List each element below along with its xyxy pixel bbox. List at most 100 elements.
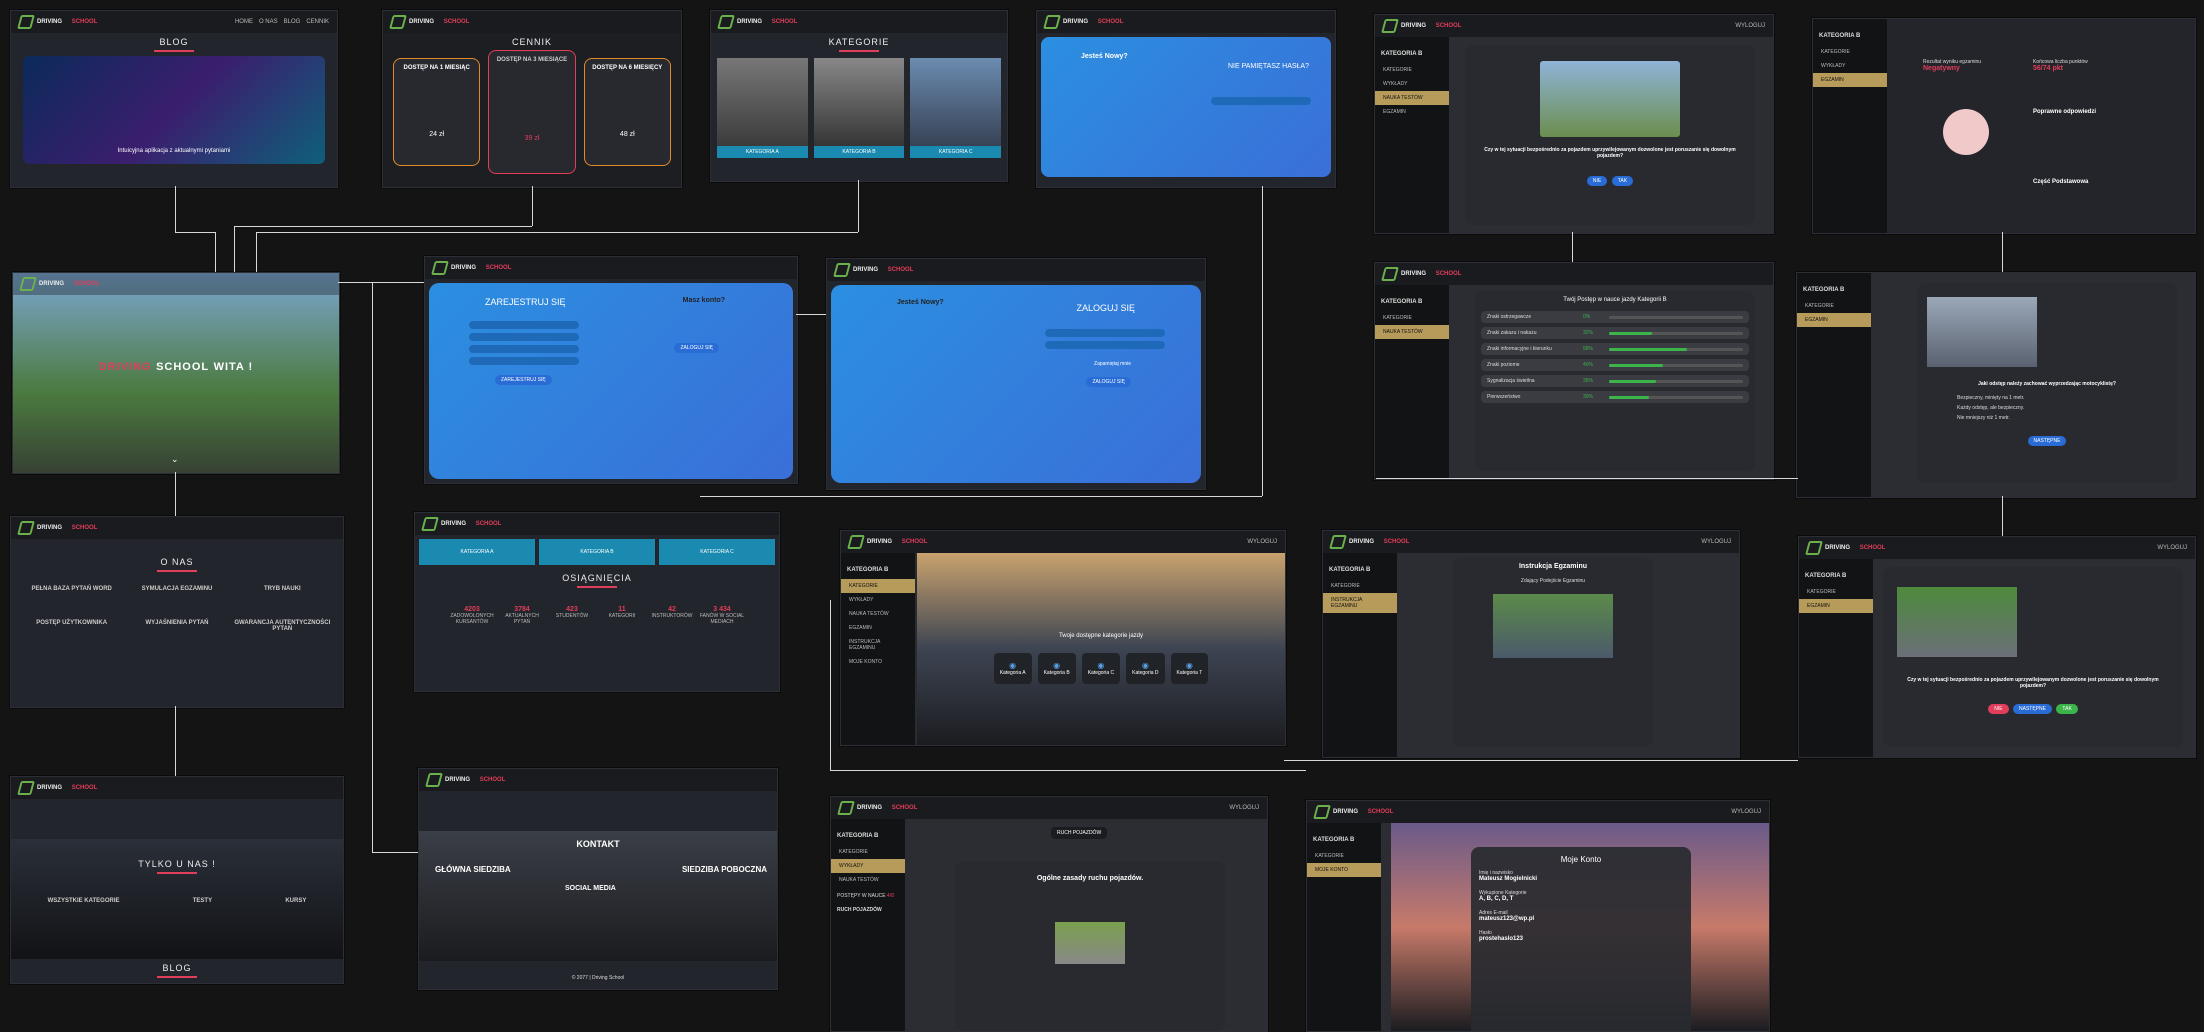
- brand-logo: DRIVING SCHOOL: [833, 263, 913, 277]
- sidebar-item-categories[interactable]: KATEGORIE: [1307, 849, 1381, 863]
- progress-bar: [1609, 395, 1743, 399]
- progress-row: Znaki zakazu i nakazu 32%: [1481, 327, 1749, 339]
- answer-no-button[interactable]: NIE: [1988, 704, 2009, 714]
- next-button[interactable]: NASTĘPNE: [2013, 704, 2052, 714]
- flow-arrow: [1262, 186, 1263, 496]
- category-card-b[interactable]: KATEGORIA B: [813, 58, 905, 158]
- exam-question-screenshot: DRIVING SCHOOL WYLOGUJ KATEGORIA B KATEGOR…: [1798, 536, 2196, 758]
- sidebar-item-categories[interactable]: KATEGORIE: [1799, 585, 1873, 599]
- sidebar-item-categories[interactable]: KATEGORIE: [1375, 63, 1449, 77]
- brand-logo: DRIVING SCHOOL: [1805, 541, 1885, 555]
- category-card-a[interactable]: KATEGORIA A: [717, 58, 808, 158]
- go-login-button[interactable]: ZALOGUJ SIĘ: [674, 343, 719, 353]
- achievements-screenshot: DRIVING SCHOOL KATEGORIA A KATEGORIA B K…: [414, 512, 780, 692]
- email-field[interactable]: [469, 345, 579, 353]
- forgot-left-title: Jesteś Nowy?: [1081, 53, 1128, 60]
- sidebar-item-tests[interactable]: NAUKA TESTÓW: [841, 607, 915, 621]
- sidebar-item-exam[interactable]: EGZAMIN: [841, 621, 915, 635]
- sidebar-item-account[interactable]: MOJE KONTO: [1307, 863, 1381, 877]
- answer-yes-button[interactable]: TAK: [1611, 176, 1634, 186]
- sidebar-item-instructions[interactable]: INSTRUKCJA EGZAMINU: [841, 635, 915, 655]
- logout-button[interactable]: WYLOGUJ: [1735, 23, 1765, 29]
- sidebar-item-lectures[interactable]: WYKŁADY: [831, 859, 905, 873]
- logout-button[interactable]: WYLOGUJ: [2157, 545, 2187, 551]
- sidebar-item-account[interactable]: MOJE KONTO: [841, 655, 915, 669]
- logo-icon: [1313, 805, 1331, 819]
- sidebar-item-categories[interactable]: KATEGORIE: [1797, 299, 1871, 313]
- brand-logo: DRIVING SCHOOL: [17, 521, 97, 535]
- category-tile[interactable]: ◉ Kategoria B: [1037, 653, 1076, 684]
- about-title: O NAS: [11, 553, 343, 572]
- login-button[interactable]: ZALOGUJ SIĘ: [1086, 377, 1131, 387]
- answer-b[interactable]: Każdy odstęp, ale bezpieczny.: [1917, 403, 2177, 413]
- category-tile[interactable]: ◉ Kategoria D: [1126, 653, 1165, 684]
- answer-a[interactable]: Bezpieczny, minięty na 1 metr.: [1917, 393, 2177, 403]
- sidebar-item-categories[interactable]: KATEGORIE: [841, 579, 915, 593]
- answer-yes-button[interactable]: TAK: [2056, 704, 2078, 714]
- sidebar-item-categories[interactable]: KATEGORIE: [1375, 311, 1449, 325]
- category-tile[interactable]: ◉ Kategoria C: [1081, 653, 1121, 684]
- brand-logo: DRIVING SCHOOL: [717, 15, 797, 29]
- sidebar-item-tests[interactable]: NAUKA TESTÓW: [831, 873, 905, 887]
- sidebar-item-exam[interactable]: EGZAMIN: [1813, 73, 1887, 87]
- sidebar-item-categories[interactable]: KATEGORIE: [1323, 579, 1397, 593]
- scroll-down-icon[interactable]: ⌄: [171, 454, 179, 465]
- plan-card[interactable]: DOSTĘP NA 3 MIESIĄCE 39 zł: [488, 50, 576, 174]
- remember-checkbox[interactable]: Zapamiętaj mnie: [1094, 361, 1131, 367]
- logo-icon: [1381, 267, 1399, 281]
- sidebar-item-lectures[interactable]: WYKŁADY: [1375, 77, 1449, 91]
- progress-row: Pierwszeństwo 30%: [1481, 391, 1749, 403]
- logo-icon: [19, 277, 37, 291]
- password-field[interactable]: [1045, 341, 1165, 349]
- sidebar: KATEGORIA B KATEGORIE WYKŁADY EGZAMIN: [1813, 19, 1887, 233]
- answer-c[interactable]: Nie mniejszy niż 1 metr.: [1917, 413, 2177, 423]
- collage-canvas: { "brand":{"pre":"DRIVING","post":"SCHOO…: [0, 0, 2204, 1032]
- logout-button[interactable]: WYLOGUJ: [1229, 805, 1259, 811]
- logo-icon: [717, 15, 735, 29]
- sidebar-item-tests[interactable]: NAUKA TESTÓW: [1375, 91, 1449, 105]
- sidebar-item-lectures[interactable]: WYKŁADY: [1813, 59, 1887, 73]
- next-button[interactable]: NASTĘPNE: [2027, 436, 2067, 446]
- sidebar-item-instructions[interactable]: INSTRUKCJA EGZAMINU: [1323, 593, 1397, 613]
- plan-card[interactable]: DOSTĘP NA 6 MIESIĘCY 48 zł: [583, 58, 671, 166]
- logout-button[interactable]: WYLOGUJ: [1731, 809, 1761, 815]
- sidebar: KATEGORIA B KATEGORIE EGZAMIN: [1799, 559, 1873, 757]
- category-tile[interactable]: ◉ Kategoria A: [993, 653, 1032, 684]
- logout-button[interactable]: WYLOGUJ: [1701, 539, 1731, 545]
- logo-icon: [833, 263, 851, 277]
- plan-card[interactable]: DOSTĘP NA 1 MIESIĄC 24 zł: [393, 58, 481, 166]
- sidebar-item-tests[interactable]: NAUKA TESTÓW: [1375, 325, 1449, 339]
- brand-logo: DRIVING SCHOOL: [847, 535, 927, 549]
- brand-logo: DRIVING SCHOOL: [389, 15, 469, 29]
- sidebar-item-categories[interactable]: KATEGORIE: [1813, 45, 1887, 59]
- nav-about[interactable]: O NAS: [259, 19, 278, 25]
- sidebar-item-exam[interactable]: EGZAMIN: [1375, 105, 1449, 119]
- question-text: Czy w tej sytuacji bezpośrednio za pojaz…: [1907, 677, 2159, 689]
- nav-pricing[interactable]: CENNIK: [306, 19, 329, 25]
- vehicle-icon: ◉: [1185, 661, 1193, 670]
- sidebar: KATEGORIA B KATEGORIE WYKŁADY NAUKA TESTÓW E…: [1375, 37, 1449, 233]
- email-field[interactable]: [1211, 97, 1311, 105]
- sidebar-item-categories[interactable]: KATEGORIE: [831, 845, 905, 859]
- email-field[interactable]: [1045, 329, 1165, 337]
- sidebar-item-exam[interactable]: EGZAMIN: [1797, 313, 1871, 327]
- nav-blog[interactable]: BLOG: [284, 19, 301, 25]
- password-field[interactable]: [469, 357, 579, 365]
- category-tile[interactable]: ◉ Kategoria T: [1170, 653, 1209, 684]
- logo-icon: [425, 773, 443, 787]
- brand-logo: DRIVING SCHOOL: [1381, 267, 1461, 281]
- blog-heading: BLOG: [11, 959, 343, 978]
- result-points: 56/74 pkt: [2033, 65, 2063, 72]
- flow-arrow: [830, 600, 831, 770]
- progress-bar: [1609, 379, 1743, 383]
- sidebar-item-lectures[interactable]: WYKŁADY: [841, 593, 915, 607]
- register-button[interactable]: ZAREJESTRUJ SIĘ: [495, 375, 552, 385]
- answer-no-button[interactable]: NIE: [1586, 176, 1608, 186]
- category-card-c[interactable]: KATEGORIA C: [910, 58, 1002, 158]
- sidebar-item-exam[interactable]: EGZAMIN: [1799, 599, 1873, 613]
- last-name-field[interactable]: [469, 333, 579, 341]
- nav-home[interactable]: HOME: [235, 19, 253, 25]
- first-name-field[interactable]: [469, 321, 579, 329]
- logout-button[interactable]: WYLOGUJ: [1247, 539, 1277, 545]
- achievements-title: OSIĄGNIĘCIA: [415, 569, 779, 588]
